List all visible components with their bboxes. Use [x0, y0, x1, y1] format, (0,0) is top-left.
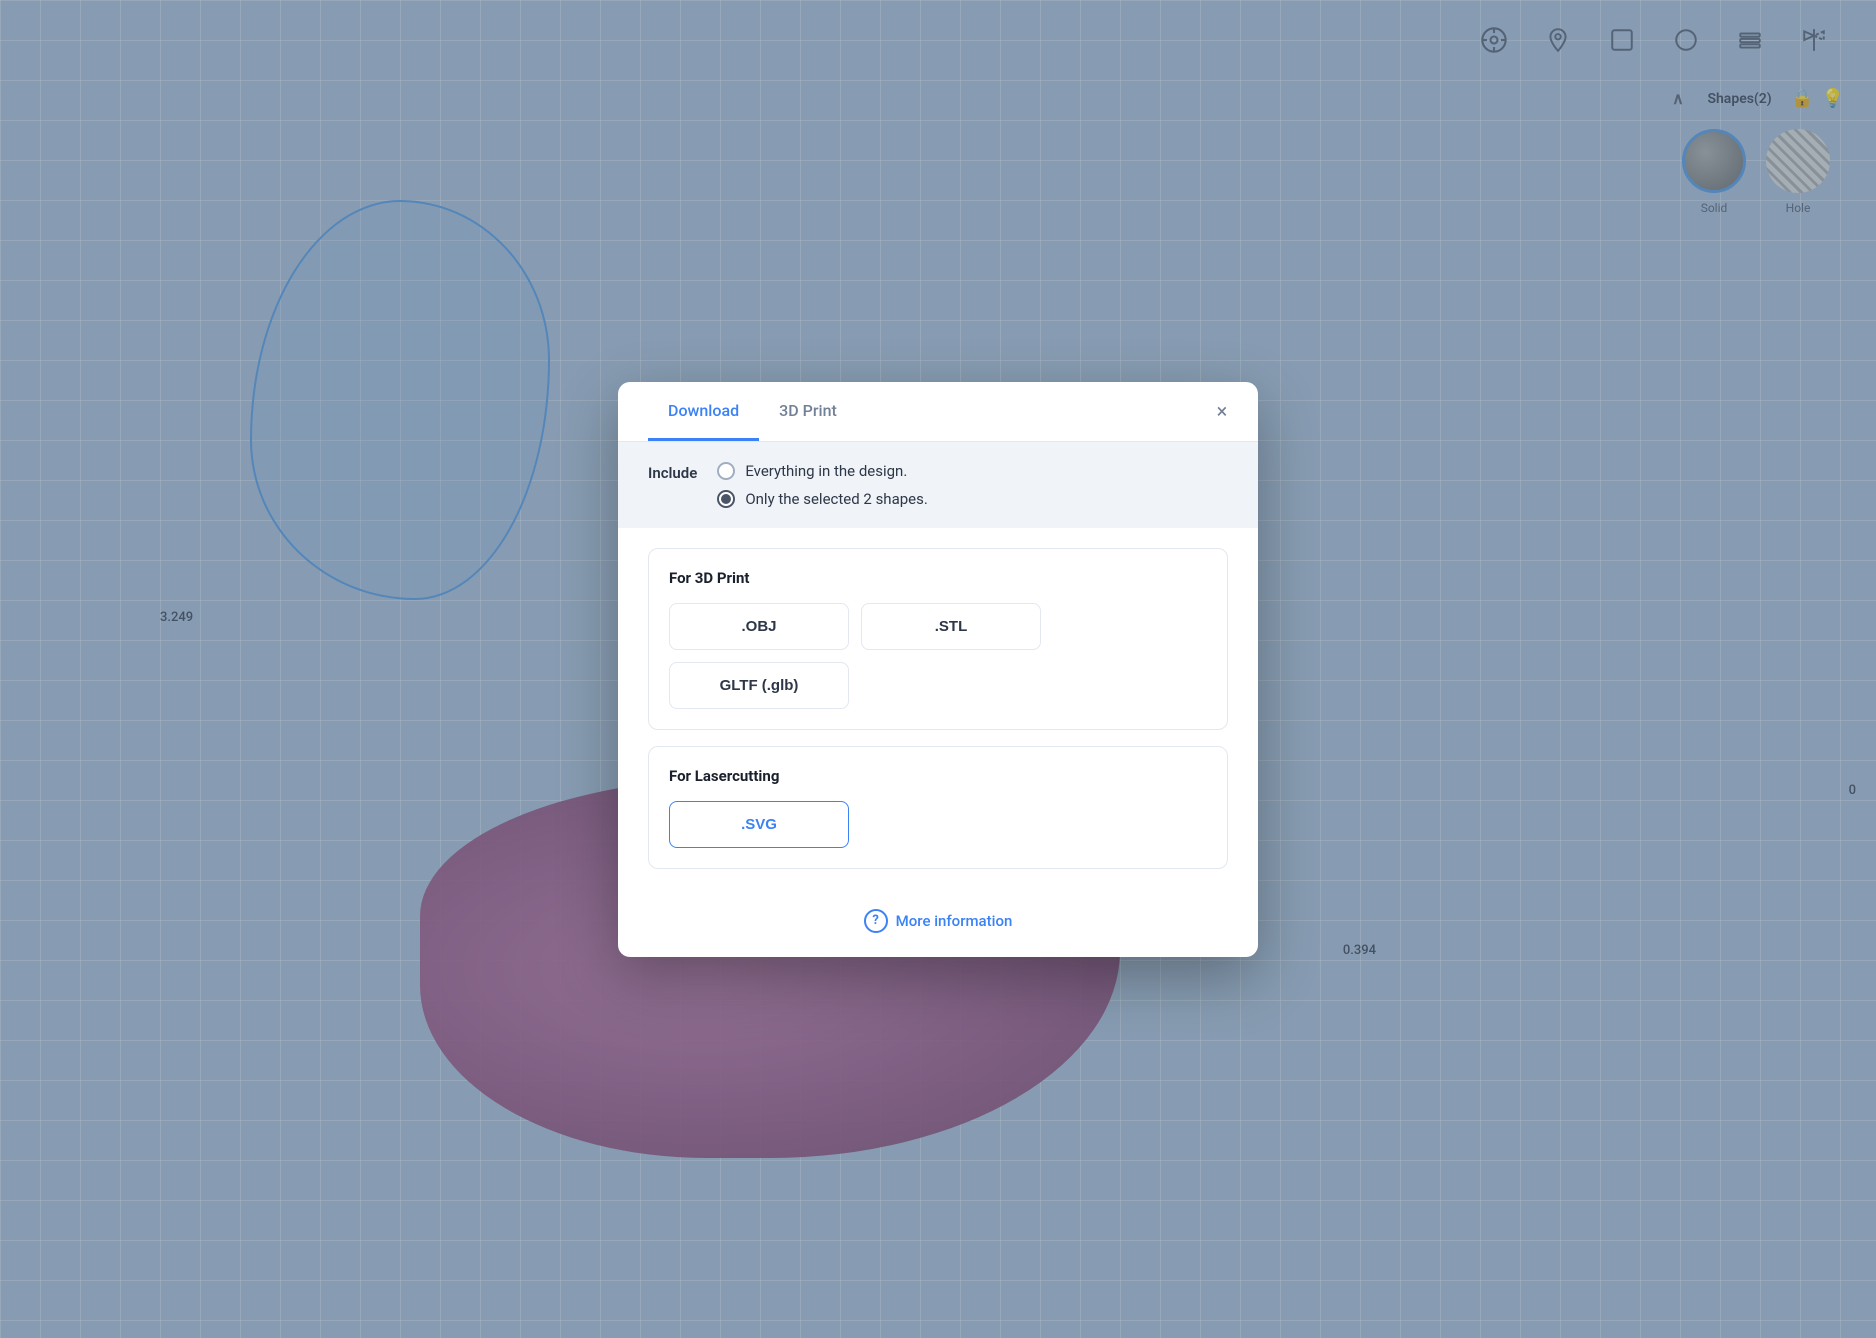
- modal-body: For 3D Print .OBJ .STL GLTF (.glb) For L…: [618, 528, 1258, 893]
- 3d-print-section: For 3D Print .OBJ .STL GLTF (.glb): [648, 548, 1228, 730]
- btn-obj[interactable]: .OBJ: [669, 603, 849, 650]
- modal-tabs: Download 3D Print: [648, 383, 1228, 440]
- btn-gltf[interactable]: GLTF (.glb): [669, 662, 849, 709]
- option-selected-text: Only the selected 2 shapes.: [745, 490, 928, 508]
- modal-header: Download 3D Print ×: [618, 382, 1258, 442]
- more-info-icon: ?: [864, 909, 888, 933]
- btn-stl[interactable]: .STL: [861, 603, 1041, 650]
- option-everything-text: Everything in the design.: [745, 462, 907, 480]
- include-label: Include: [648, 462, 697, 482]
- tab-3d-print[interactable]: 3D Print: [759, 383, 857, 441]
- btn-svg[interactable]: .SVG: [669, 801, 849, 848]
- lasercutting-title: For Lasercutting: [669, 767, 1207, 785]
- option-selected[interactable]: Only the selected 2 shapes.: [717, 490, 928, 508]
- lasercutting-section: For Lasercutting .SVG: [648, 746, 1228, 869]
- more-info-link[interactable]: More information: [896, 912, 1013, 930]
- radio-everything[interactable]: [717, 462, 735, 480]
- close-button[interactable]: ×: [1206, 395, 1238, 427]
- lasercutting-buttons: .SVG: [669, 801, 1207, 848]
- 3d-print-title: For 3D Print: [669, 569, 1207, 587]
- include-section: Include Everything in the design. Only t…: [618, 442, 1258, 528]
- option-everything[interactable]: Everything in the design.: [717, 462, 928, 480]
- modal-overlay: Download 3D Print × Include Everything i…: [0, 0, 1876, 1338]
- include-options: Everything in the design. Only the selec…: [717, 462, 928, 508]
- tab-download[interactable]: Download: [648, 383, 759, 441]
- 3d-print-buttons: .OBJ .STL GLTF (.glb): [669, 603, 1207, 709]
- radio-selected[interactable]: [717, 490, 735, 508]
- modal-footer: ? More information: [618, 893, 1258, 957]
- download-modal: Download 3D Print × Include Everything i…: [618, 382, 1258, 957]
